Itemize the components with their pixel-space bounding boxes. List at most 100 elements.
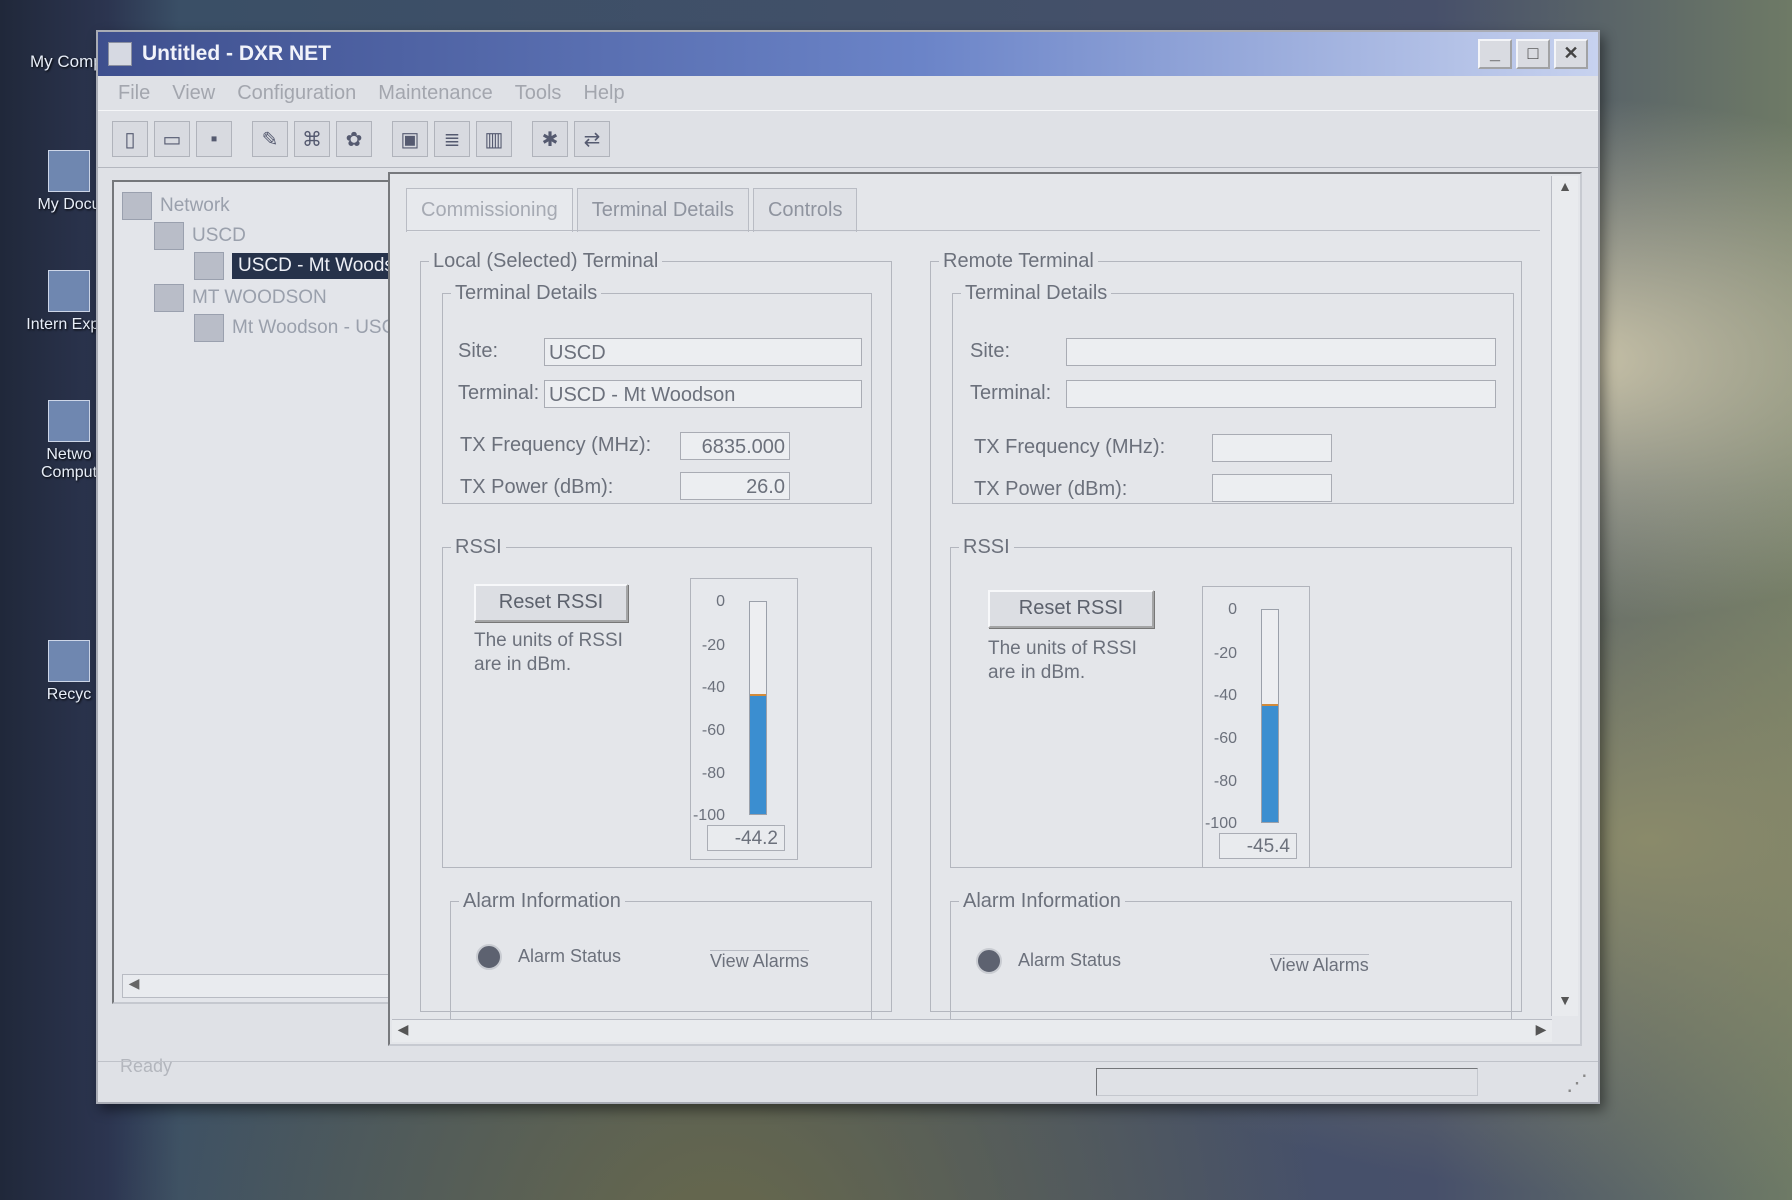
remote-tx-frequency-field <box>1212 434 1332 462</box>
scroll-left-icon[interactable]: ◀ <box>392 1021 414 1038</box>
remote-meter-tick: -40 <box>1213 687 1237 704</box>
main-vertical-scrollbar[interactable]: ▲ ▼ <box>1551 176 1578 1016</box>
menu-bar: File View Configuration Maintenance Tool… <box>98 76 1598 110</box>
maximize-button[interactable]: □ <box>1516 39 1550 69</box>
globe-icon <box>122 192 152 220</box>
remote-meter-tick: -60 <box>1213 730 1237 747</box>
remote-alarm-status-indicator <box>976 948 1002 974</box>
local-meter-fill <box>750 693 766 814</box>
new-icon[interactable]: ▯ <box>112 121 148 157</box>
tree-item-uscd-mt-woodson[interactable]: USCD - Mt Woodso <box>194 252 411 280</box>
local-alarm-status-indicator <box>476 944 502 970</box>
link-icon[interactable]: ⇄ <box>574 121 610 157</box>
tower-icon <box>154 222 184 250</box>
remote-rssi-meter: 0 -20 -40 -60 -80 -100 -45.4 <box>1202 586 1310 868</box>
globe-icon <box>48 270 90 312</box>
tree-horizontal-scrollbar[interactable]: ◀ ▶ <box>122 974 414 998</box>
scroll-up-icon[interactable]: ▲ <box>1554 178 1576 200</box>
toolbar: ▯ ▭ ▪ ✎ ⌘ ✿ ▣ ≣ ▥ ✱ ⇄ <box>98 110 1598 168</box>
remote-terminal-legend: Remote Terminal <box>943 250 1094 272</box>
tower-icon <box>154 284 184 312</box>
local-meter-tick: -80 <box>701 765 725 782</box>
local-tx-power-field: 26.0 <box>680 472 790 500</box>
scroll-down-icon[interactable]: ▼ <box>1554 992 1576 1014</box>
status-panel <box>1096 1068 1478 1096</box>
local-rssi-legend: RSSI <box>455 536 502 558</box>
list-icon[interactable]: ≣ <box>434 121 470 157</box>
local-meter-tick: -20 <box>701 637 725 654</box>
local-meter-tick: -100 <box>692 807 725 824</box>
app-icon <box>108 42 132 66</box>
local-alarm-status-label: Alarm Status <box>518 946 622 966</box>
resize-grip-icon[interactable]: ⋰ <box>1566 1070 1588 1096</box>
scroll-right-icon[interactable]: ▶ <box>1530 1021 1552 1038</box>
main-horizontal-scrollbar[interactable]: ◀ ▶ <box>392 1019 1552 1042</box>
open-icon[interactable]: ▭ <box>154 121 190 157</box>
save-icon[interactable]: ▪ <box>196 121 232 157</box>
menu-help[interactable]: Help <box>583 82 624 105</box>
local-terminal-legend: Local (Selected) Terminal <box>433 250 659 272</box>
remote-terminal-field <box>1066 380 1496 408</box>
local-rssi-value: -44.2 <box>707 825 785 851</box>
scroll-left-icon[interactable]: ◀ <box>123 975 145 995</box>
remote-tx-power-field <box>1212 474 1332 502</box>
remote-rssi-units-note-line1: The units of RSSI <box>988 638 1137 659</box>
menu-file[interactable]: File <box>118 82 150 105</box>
pencil-icon[interactable]: ✎ <box>252 121 288 157</box>
tab-strip: Commissioning Terminal Details Controls <box>406 188 861 232</box>
menu-configuration[interactable]: Configuration <box>237 82 356 105</box>
local-site-label: Site: <box>458 340 499 362</box>
remote-site-field <box>1066 338 1496 366</box>
tree-icon[interactable]: ⌘ <box>294 121 330 157</box>
local-alarm-legend: Alarm Information <box>463 890 621 912</box>
local-tx-frequency-field: 6835.000 <box>680 432 790 460</box>
remote-rssi-units-note-line2: are in dBm. <box>988 662 1086 683</box>
tree-item-mt-woodson[interactable]: MT WOODSON <box>154 284 327 312</box>
remote-meter-track <box>1261 609 1279 823</box>
local-details-legend: Terminal Details <box>455 282 598 304</box>
remote-tx-frequency-label: TX Frequency (MHz): <box>974 436 1166 458</box>
remote-meter-tick: -80 <box>1213 773 1237 790</box>
remote-rssi-value: -45.4 <box>1219 833 1297 859</box>
settings-icon[interactable]: ✿ <box>336 121 372 157</box>
tree-item-uscd[interactable]: USCD <box>154 222 246 250</box>
local-rssi-units-note-line1: The units of RSSI <box>474 630 623 651</box>
tab-commissioning[interactable]: Commissioning <box>406 188 573 232</box>
remote-meter-tick: 0 <box>1228 601 1237 618</box>
close-button[interactable]: ✕ <box>1554 39 1588 69</box>
network-icon <box>48 400 90 442</box>
tab-terminal-details[interactable]: Terminal Details <box>576 188 749 232</box>
remote-alarm-status-label: Alarm Status <box>1018 950 1122 970</box>
chart-icon[interactable]: ▥ <box>476 121 512 157</box>
menu-maintenance[interactable]: Maintenance <box>378 82 493 105</box>
remote-details-legend: Terminal Details <box>965 282 1108 304</box>
tree-item-network[interactable]: Network <box>122 192 230 220</box>
local-tx-frequency-label: TX Frequency (MHz): <box>460 434 652 456</box>
tab-controls[interactable]: Controls <box>752 188 858 232</box>
local-tx-power-label: TX Power (dBm): <box>460 476 614 498</box>
terminal-icon[interactable]: ▣ <box>392 121 428 157</box>
status-bar: ⋰ <box>98 1061 1598 1102</box>
network-tree: Network USCD USCD - Mt Woodso MT WOODSON… <box>112 180 428 1004</box>
menu-tools[interactable]: Tools <box>515 82 562 105</box>
local-meter-tick: 0 <box>716 593 725 610</box>
local-meter-tick: -40 <box>701 679 725 696</box>
tree-item-mt-woodson-uscd[interactable]: Mt Woodson - USC <box>194 314 395 342</box>
radio-terminal-icon <box>194 314 224 342</box>
network-icon[interactable]: ✱ <box>532 121 568 157</box>
local-reset-rssi-button[interactable]: Reset RSSI <box>474 584 628 622</box>
local-rssi-units-note-line2: are in dBm. <box>474 654 572 675</box>
local-meter-tick: -60 <box>701 722 725 739</box>
title-bar[interactable]: Untitled - DXR NET _ □ ✕ <box>98 32 1598 76</box>
menu-view[interactable]: View <box>172 82 215 105</box>
recycle-bin-icon <box>48 640 90 682</box>
local-view-alarms-button[interactable]: View Alarms <box>710 950 809 973</box>
remote-view-alarms-button[interactable]: View Alarms <box>1270 954 1369 977</box>
remote-meter-tick: -100 <box>1204 815 1237 832</box>
minimize-button[interactable]: _ <box>1478 39 1512 69</box>
remote-meter-fill <box>1262 704 1278 822</box>
remote-reset-rssi-button[interactable]: Reset RSSI <box>988 590 1154 628</box>
remote-tx-power-label: TX Power (dBm): <box>974 478 1128 500</box>
local-site-field: USCD <box>544 338 862 366</box>
radio-terminal-icon <box>194 252 224 280</box>
